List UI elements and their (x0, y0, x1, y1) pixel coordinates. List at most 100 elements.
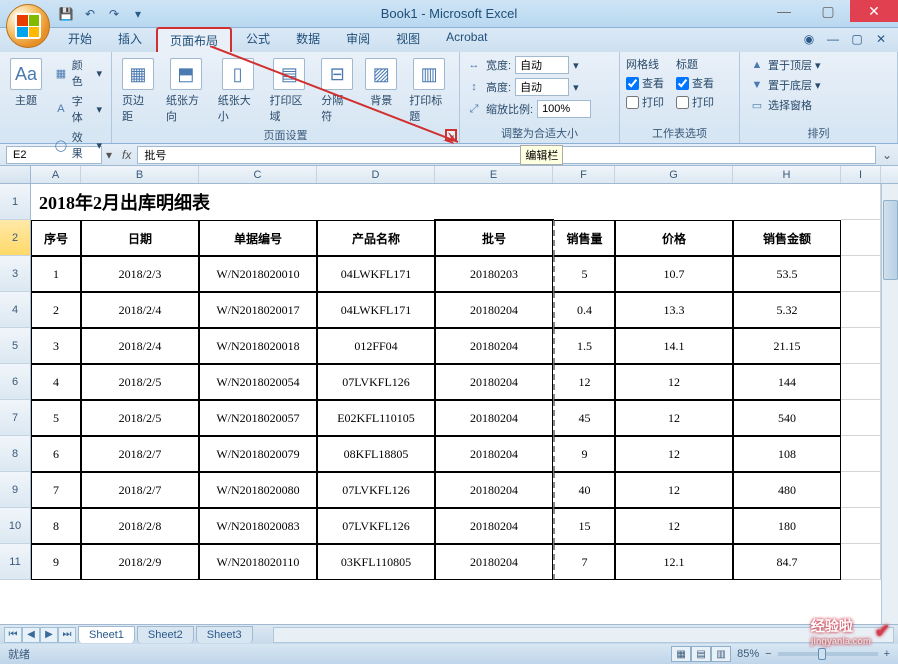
data-cell[interactable]: 12 (615, 508, 733, 544)
breaks-button[interactable]: ⊟分隔符 (317, 56, 357, 126)
data-cell[interactable]: 20180204 (435, 436, 553, 472)
data-cell[interactable]: 180 (733, 508, 841, 544)
data-cell[interactable]: 9 (31, 544, 81, 580)
data-cell[interactable]: 45 (553, 400, 615, 436)
data-cell[interactable]: W/N2018020017 (199, 292, 317, 328)
send-back-button[interactable]: ▼置于底层▾ (746, 76, 824, 94)
page-setup-launcher[interactable]: ↘ (445, 129, 457, 141)
formula-expand-icon[interactable]: ⌄ (876, 148, 898, 162)
data-cell[interactable]: 2 (31, 292, 81, 328)
gridlines-view-check[interactable]: 查看 (626, 75, 664, 91)
row-header-11[interactable]: 11 (0, 544, 31, 580)
data-cell[interactable]: 20180204 (435, 400, 553, 436)
headings-print-check[interactable]: 打印 (676, 94, 714, 110)
data-cell[interactable]: 20180204 (435, 364, 553, 400)
header-cell[interactable]: 单据编号 (199, 220, 317, 256)
data-cell[interactable]: 144 (733, 364, 841, 400)
data-cell[interactable]: 2018/2/7 (81, 436, 199, 472)
doc-close-icon[interactable]: ✕ (872, 30, 890, 48)
save-icon[interactable]: 💾 (56, 4, 76, 24)
data-cell[interactable]: 20180204 (435, 508, 553, 544)
col-header-I[interactable]: I (841, 166, 881, 183)
theme-colors-button[interactable]: ▦颜色▾ (50, 56, 105, 90)
data-cell[interactable]: 20180204 (435, 544, 553, 580)
data-cell[interactable]: 4 (31, 364, 81, 400)
row-header-4[interactable]: 4 (0, 292, 31, 328)
col-header-E[interactable]: E (435, 166, 553, 183)
zoom-slider[interactable] (778, 652, 878, 656)
tab-插入[interactable]: 插入 (106, 27, 154, 52)
data-cell[interactable]: 540 (733, 400, 841, 436)
data-cell[interactable]: 12 (615, 436, 733, 472)
row-header-10[interactable]: 10 (0, 508, 31, 544)
maximize-button[interactable]: ▢ (806, 0, 850, 22)
data-cell[interactable]: 20180204 (435, 328, 553, 364)
sheet-nav-2[interactable]: ▶ (40, 627, 58, 643)
undo-icon[interactable]: ↶ (80, 4, 100, 24)
data-cell[interactable]: 2018/2/8 (81, 508, 199, 544)
tab-视图[interactable]: 视图 (384, 27, 432, 52)
close-button[interactable]: ✕ (850, 0, 898, 22)
data-cell[interactable]: 12 (615, 364, 733, 400)
data-cell[interactable]: 12 (615, 472, 733, 508)
sheet-nav-3[interactable]: ⏭ (58, 627, 76, 643)
print-titles-button[interactable]: ▥打印标题 (405, 56, 453, 126)
row-header-9[interactable]: 9 (0, 472, 31, 508)
data-cell[interactable]: 12.1 (615, 544, 733, 580)
col-header-D[interactable]: D (317, 166, 435, 183)
header-cell[interactable]: 序号 (31, 220, 81, 256)
data-cell[interactable]: 10.7 (615, 256, 733, 292)
tab-公式[interactable]: 公式 (234, 27, 282, 52)
data-cell[interactable]: 1 (31, 256, 81, 292)
data-cell[interactable]: 012FF04 (317, 328, 435, 364)
page-layout-view-icon[interactable]: ▤ (691, 646, 711, 662)
minimize-button[interactable]: — (762, 0, 806, 22)
col-header-G[interactable]: G (615, 166, 733, 183)
scale-input[interactable] (537, 100, 591, 118)
header-cell[interactable]: 产品名称 (317, 220, 435, 256)
col-header-H[interactable]: H (733, 166, 841, 183)
data-cell[interactable]: W/N2018020079 (199, 436, 317, 472)
data-cell[interactable]: 20180203 (435, 256, 553, 292)
data-cell[interactable]: 8 (31, 508, 81, 544)
row-header-6[interactable]: 6 (0, 364, 31, 400)
sheet-nav-1[interactable]: ◀ (22, 627, 40, 643)
data-cell[interactable]: 20180204 (435, 472, 553, 508)
data-cell[interactable]: 5.32 (733, 292, 841, 328)
header-cell[interactable]: 日期 (81, 220, 199, 256)
data-cell[interactable]: W/N2018020018 (199, 328, 317, 364)
data-cell[interactable]: 07LVKFL126 (317, 472, 435, 508)
tab-页面布局[interactable]: 页面布局 (156, 27, 232, 52)
data-cell[interactable]: W/N2018020054 (199, 364, 317, 400)
data-cell[interactable]: 5 (553, 256, 615, 292)
data-cell[interactable]: 12 (615, 400, 733, 436)
data-cell[interactable]: 2018/2/7 (81, 472, 199, 508)
spreadsheet-grid[interactable]: ABCDEFGHI 1234567891011 2018年2月出库明细表序号日期… (0, 166, 898, 624)
data-cell[interactable]: 08KFL18805 (317, 436, 435, 472)
data-cell[interactable]: 0.4 (553, 292, 615, 328)
doc-restore-icon[interactable]: ▢ (848, 30, 866, 48)
col-header-B[interactable]: B (81, 166, 199, 183)
zoom-out-button[interactable]: − (765, 648, 771, 660)
data-cell[interactable]: 15 (553, 508, 615, 544)
fx-icon[interactable]: fx (122, 148, 131, 162)
orientation-button[interactable]: ⬒纸张方向 (162, 56, 210, 126)
data-cell[interactable]: 20180204 (435, 292, 553, 328)
size-button[interactable]: ▯纸张大小 (214, 56, 262, 126)
background-button[interactable]: ▨背景 (361, 56, 401, 110)
themes-button[interactable]: Aa主题 (6, 56, 46, 110)
bring-front-button[interactable]: ▲置于顶层▾ (746, 56, 824, 74)
header-cell[interactable]: 批号 (435, 220, 553, 256)
row-header-2[interactable]: 2 (0, 220, 31, 256)
col-header-A[interactable]: A (31, 166, 81, 183)
data-cell[interactable]: W/N2018020010 (199, 256, 317, 292)
header-cell[interactable]: 销售量 (553, 220, 615, 256)
sheet-tab-Sheet3[interactable]: Sheet3 (196, 626, 253, 643)
data-cell[interactable]: 21.15 (733, 328, 841, 364)
data-cell[interactable]: W/N2018020080 (199, 472, 317, 508)
theme-fonts-button[interactable]: A字体▾ (50, 92, 105, 126)
gridlines-print-check[interactable]: 打印 (626, 94, 664, 110)
zoom-level[interactable]: 85% (737, 648, 759, 660)
data-cell[interactable]: E02KFL110105 (317, 400, 435, 436)
vertical-scrollbar[interactable] (881, 184, 898, 624)
